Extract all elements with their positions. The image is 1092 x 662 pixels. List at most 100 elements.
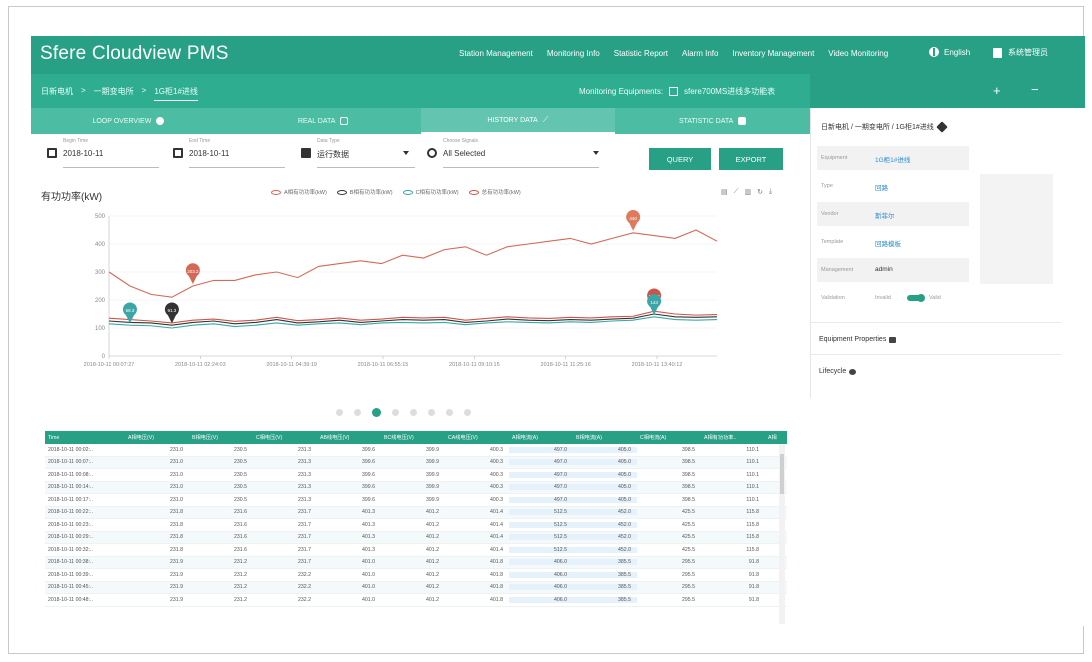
legend-item[interactable]: A相有功功率(kW): [271, 188, 327, 196]
table-cell: 399.9: [426, 446, 439, 453]
pagination-dot[interactable]: [410, 409, 417, 416]
export-button[interactable]: EXPORT: [719, 148, 783, 170]
pagination-dot[interactable]: [336, 409, 343, 416]
column-header[interactable]: CA线电压(V): [445, 434, 509, 441]
column-header[interactable]: Time: [45, 435, 125, 441]
data-type-select[interactable]: Data Type 运行数据: [295, 138, 415, 168]
table-row[interactable]: 2018-10-11 00:14:.. 231.0 230.5 231.3 399.6 3…: [45, 481, 787, 494]
legend-label: 总有功功率(kW): [481, 190, 521, 196]
pagination-dot[interactable]: [446, 409, 453, 416]
nav-monitoring-info[interactable]: Monitoring Info: [547, 49, 600, 58]
table-cell: 405.0: [573, 496, 637, 503]
table-row[interactable]: 2018-10-11 00:29:.. 231.8 231.6 231.7 401.3 4…: [45, 531, 787, 544]
lifecycle-section[interactable]: Lifecycle: [819, 368, 857, 375]
table-row[interactable]: 2018-10-11 00:39:.. 231.9 231.2 232.2 401.0 4…: [45, 569, 787, 582]
query-button[interactable]: QUERY: [649, 148, 711, 170]
table-cell: 231.2: [234, 571, 247, 578]
y-tick-label: 0: [102, 354, 106, 360]
breadcrumb-item-current[interactable]: 1G柜1#进线: [154, 86, 198, 101]
legend-item[interactable]: B相有功功率(kW): [336, 188, 393, 196]
table-row[interactable]: 2018-10-11 00:02:.. 231.0 230.5 231.3 399.6 3…: [45, 444, 787, 457]
nav-alarm-info[interactable]: Alarm Info: [682, 49, 718, 58]
column-header[interactable]: BC线电压(V): [381, 434, 445, 441]
pagination-dot[interactable]: [354, 409, 361, 416]
legend-swatch: [468, 189, 479, 195]
legend-item[interactable]: C相有功功率(kW): [402, 188, 459, 196]
field-value[interactable]: 回路: [875, 182, 888, 192]
table-cell: 401.0: [362, 584, 375, 591]
table-row[interactable]: 2018-10-11 00:08:.. 231.0 230.5 231.3 399.6 3…: [45, 469, 787, 482]
pagination-dot[interactable]: [392, 409, 399, 416]
pagination-dot[interactable]: [372, 408, 381, 417]
nav-inventory-management[interactable]: Inventory Management: [732, 49, 814, 58]
tab-history-data[interactable]: HISTORY DATA ⟋: [420, 108, 616, 134]
pagination-dot[interactable]: [464, 409, 471, 416]
table-row[interactable]: 2018-10-11 00:07:.. 231.0 230.5 231.3 399.6 3…: [45, 456, 787, 469]
line-chart-icon[interactable]: ⟋: [734, 188, 739, 196]
language-switch[interactable]: English: [929, 47, 970, 57]
collapse-icon[interactable]: −: [1031, 82, 1039, 97]
column-header[interactable]: C相电流(A): [637, 434, 701, 441]
scrollbar-thumb[interactable]: [780, 454, 784, 494]
validation-toggle[interactable]: [907, 294, 925, 302]
bar-chart-icon[interactable]: ▥: [745, 188, 752, 196]
column-header[interactable]: AB线电压(V): [317, 434, 381, 441]
column-header[interactable]: B相电压(V): [189, 434, 253, 441]
legend-label: B相有功功率(kW): [349, 190, 393, 196]
table-row[interactable]: 2018-10-11 00:17:.. 231.0 230.5 231.3 399.6 3…: [45, 494, 787, 507]
signals-select[interactable]: Choose Signals All Selected: [421, 138, 601, 168]
table-cell: 110.1: [746, 496, 759, 503]
nav-video-monitoring[interactable]: Video Monitoring: [828, 49, 888, 58]
equipment-properties-section[interactable]: Equipment Properties: [819, 336, 897, 343]
table-scrollbar[interactable]: [779, 444, 785, 624]
monitoring-checkbox[interactable]: [669, 87, 679, 96]
column-header[interactable]: A相电流(A): [509, 434, 573, 441]
table-row[interactable]: 2018-10-11 00:48:.. 231.9 231.2 232.2 401.0 4…: [45, 594, 787, 607]
breadcrumb-item[interactable]: 日新电机: [41, 86, 73, 101]
field-value[interactable]: 斯菲尔: [875, 210, 895, 220]
breadcrumb-item[interactable]: 一期变电所: [94, 86, 134, 101]
refresh-icon[interactable]: ↻: [757, 188, 763, 196]
column-header[interactable]: C相电压(V): [253, 434, 317, 441]
table-cell: 232.2: [298, 584, 311, 591]
field-value[interactable]: 回路模板: [875, 238, 901, 248]
table-cell: 425.5: [682, 509, 695, 516]
tab-statistic-data[interactable]: STATISTIC DATA: [615, 108, 810, 134]
end-time-field[interactable]: End Time 2018-10-11: [167, 138, 285, 168]
column-header[interactable]: A相: [765, 434, 781, 441]
column-header[interactable]: B相电流(A): [573, 434, 637, 441]
table-row[interactable]: 2018-10-11 00:23:.. 231.8 231.6 231.7 401.3 4…: [45, 519, 787, 532]
expand-icon[interactable]: +: [993, 83, 1001, 98]
x-tick-label: 2018-10-11 04:39:19: [266, 362, 317, 368]
table-row[interactable]: 2018-10-11 00:45:.. 231.9 231.2 232.2 401.0 4…: [45, 581, 787, 594]
tab-loop-overview[interactable]: LOOP OVERVIEW: [31, 108, 226, 134]
begin-time-field[interactable]: Begin Time 2018-10-11: [41, 138, 159, 168]
field-value: All Selected: [443, 149, 486, 158]
table-cell: 231.0: [170, 484, 183, 491]
nav-statistic-report[interactable]: Statistic Report: [614, 49, 668, 58]
table-cell: 110.1: [746, 484, 759, 491]
field-template: Template 回路模板: [817, 230, 969, 254]
panel-path: 日新电机 / 一期变电所 / 1G柜1#进线: [821, 121, 948, 133]
pagination-dot[interactable]: [428, 409, 435, 416]
tab-real-data[interactable]: REAL DATA: [226, 108, 421, 134]
legend-label: C相有功功率(kW): [415, 190, 459, 196]
underline: [443, 167, 599, 168]
table-cell: 401.0: [362, 559, 375, 566]
table-cell: 231.7: [298, 509, 311, 516]
data-view-icon[interactable]: ▤: [721, 188, 728, 196]
app-window: Sfere Cloudview PMS Station Management M…: [31, 36, 1085, 626]
table-row[interactable]: 2018-10-11 00:32:.. 231.8 231.6 231.7 401.3 4…: [45, 544, 787, 557]
column-header[interactable]: A相有功功率..: [701, 434, 765, 441]
legend-item[interactable]: 总有功功率(kW): [468, 188, 521, 196]
nav-station-management[interactable]: Station Management: [459, 49, 533, 58]
monitoring-device[interactable]: sfere700MS进线多功能表: [684, 86, 775, 97]
table-cell: 91.8: [748, 571, 759, 578]
table-row[interactable]: 2018-10-11 00:38:.. 231.9 231.2 231.7 401.0 4…: [45, 556, 787, 569]
table-cell: 398.5: [682, 471, 695, 478]
field-value[interactable]: 1G柜1#进线: [875, 154, 910, 164]
table-row[interactable]: 2018-10-11 00:22:.. 231.8 231.6 231.7 401.3 4…: [45, 506, 787, 519]
download-icon[interactable]: ⤓: [769, 188, 772, 196]
column-header[interactable]: A相电压(V): [125, 434, 189, 441]
user-menu[interactable]: 系统管理员: [993, 47, 1048, 58]
